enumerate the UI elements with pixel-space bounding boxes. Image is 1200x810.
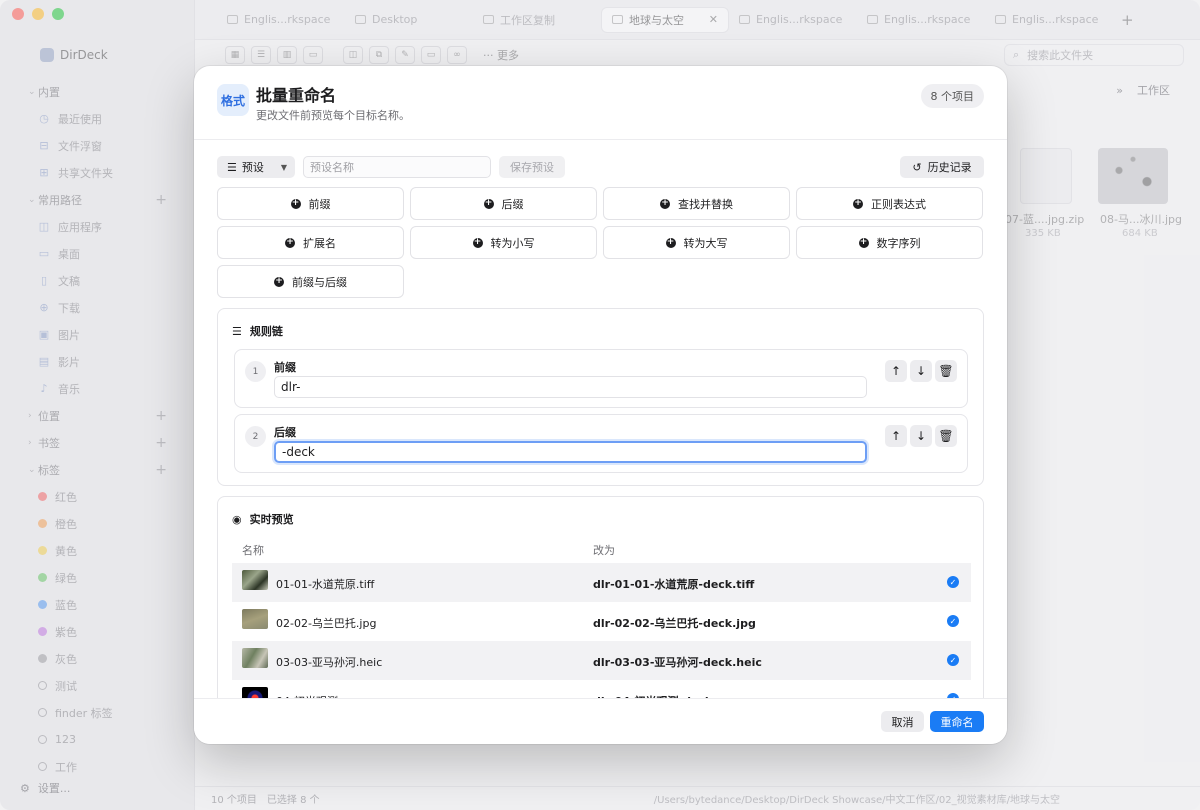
prefix-input[interactable]: dlr-: [274, 376, 867, 398]
list-icon: ☰: [232, 324, 242, 338]
plus-circle-icon: +: [665, 237, 676, 248]
item-count-badge: 8 个项目: [920, 84, 984, 108]
add-rule-button[interactable]: + 正则表达式: [796, 187, 983, 220]
rule-index: 2: [245, 426, 266, 447]
app-window: DirDeck ⌄ 内置 ◷ 最近使用 ⊟ 文件浮窗 ⊞ 共享文件夹 ⌄ 常用路径 + ◫ 应用程序 ▭ 桌…: [0, 0, 1200, 810]
file-thumbnail: [242, 648, 268, 668]
batch-rename-dialog: 格式 批量重命名 更改文件前预览每个目标名称。 8 个项目 ☰ 预设 ▼ 预设名…: [194, 66, 1007, 744]
dialog-subtitle: 更改文件前预览每个目标名称。: [256, 109, 410, 122]
rule-actions: ↑ ↓ 🗑: [885, 360, 957, 382]
dialog-title: 批量重命名: [256, 86, 337, 105]
column-name: 名称: [242, 544, 264, 557]
dialog-header: 格式 批量重命名 更改文件前预览每个目标名称。 8 个项目: [194, 66, 1007, 140]
format-badge: 格式: [217, 84, 249, 116]
rule-index: 1: [245, 361, 266, 382]
rule-chain-title: ☰ 规则链: [232, 324, 283, 339]
trash-icon[interactable]: 🗑: [935, 360, 957, 382]
add-rule-button[interactable]: + 转为大写: [603, 226, 790, 259]
add-rule-button[interactable]: + 后缀: [410, 187, 597, 220]
add-rule-button[interactable]: + 转为小写: [410, 226, 597, 259]
check-icon[interactable]: ✓: [947, 615, 959, 627]
rule-name: 后缀: [274, 426, 296, 439]
move-up-icon[interactable]: ↑: [885, 360, 907, 382]
save-preset-button[interactable]: 保存预设: [499, 156, 565, 178]
history-button[interactable]: ↺ 历史记录: [900, 156, 984, 178]
rename-button[interactable]: 重命名: [930, 711, 984, 732]
plus-circle-icon: +: [858, 237, 869, 248]
new-name: dlr-01-01-水道荒原-deck.tiff: [593, 578, 755, 591]
suffix-input[interactable]: -deck: [274, 441, 867, 463]
chevron-down-icon: ▼: [280, 162, 287, 172]
table-row[interactable]: 01-01-水道荒原.tiff dlr-01-01-水道荒原-deck.tiff ✓: [232, 563, 971, 602]
table-row[interactable]: 02-02-乌兰巴托.jpg dlr-02-02-乌兰巴托-deck.jpg ✓: [232, 602, 971, 641]
history-icon: ↺: [912, 160, 922, 174]
table-row[interactable]: 03-03-亚马孙河.heic dlr-03-03-亚马孙河-deck.heic ✓: [232, 641, 971, 680]
preset-name-input[interactable]: 预设名称: [303, 156, 491, 178]
plus-circle-icon: +: [660, 198, 670, 209]
trash-icon[interactable]: 🗑: [935, 425, 957, 447]
rule-card-prefix: 1 前缀 dlr- ↑ ↓ 🗑: [234, 349, 968, 408]
eye-icon: ◉: [232, 512, 242, 526]
plus-circle-icon: +: [483, 198, 494, 209]
plus-circle-icon: +: [285, 237, 295, 248]
preset-dropdown[interactable]: ☰ 预设 ▼: [217, 156, 295, 178]
add-rule-button[interactable]: + 查找并替换: [603, 187, 790, 220]
original-name: 01-01-水道荒原.tiff: [276, 578, 375, 591]
rule-name: 前缀: [274, 361, 296, 374]
file-thumbnail: [242, 570, 268, 590]
new-name: dlr-02-02-乌兰巴托-deck.jpg: [593, 617, 756, 630]
move-up-icon[interactable]: ↑: [885, 425, 907, 447]
original-name: 02-02-乌兰巴托.jpg: [276, 617, 377, 630]
add-rule-button[interactable]: + 数字序列: [796, 226, 983, 259]
move-down-icon[interactable]: ↓: [910, 425, 932, 447]
cancel-button[interactable]: 取消: [881, 711, 924, 732]
check-icon[interactable]: ✓: [947, 654, 959, 666]
preset-row: ☰ 预设 ▼ 预设名称 保存预设 ↺ 历史记录: [217, 156, 984, 178]
preview-title: ◉ 实时预览: [232, 512, 294, 527]
plus-circle-icon: +: [472, 237, 483, 248]
add-rule-button[interactable]: + 前缀与后缀: [217, 265, 404, 298]
live-preview-panel: ◉ 实时预览 名称 改为 01-01-水道荒原.tiff dlr-01-01-水道…: [217, 496, 984, 726]
preview-table: 名称 改为 01-01-水道荒原.tiff dlr-01-01-水道荒原-deck…: [232, 537, 971, 719]
check-icon[interactable]: ✓: [947, 576, 959, 588]
move-down-icon[interactable]: ↓: [910, 360, 932, 382]
original-name: 03-03-亚马孙河.heic: [276, 656, 383, 669]
plus-circle-icon: +: [290, 198, 301, 209]
rule-actions: ↑ ↓ 🗑: [885, 425, 957, 447]
plus-circle-icon: +: [853, 198, 863, 209]
plus-circle-icon: +: [274, 276, 284, 287]
table-body: 01-01-水道荒原.tiff dlr-01-01-水道荒原-deck.tiff ✓…: [232, 563, 971, 719]
sliders-icon: ☰: [227, 160, 237, 174]
column-rename: 改为: [593, 544, 615, 557]
new-name: dlr-03-03-亚马孙河-deck.heic: [593, 656, 762, 669]
add-rule-button[interactable]: + 扩展名: [217, 226, 404, 259]
file-thumbnail: [242, 609, 268, 629]
dialog-footer: 取消 重命名: [194, 698, 1007, 744]
rule-chain-panel: ☰ 规则链 1 前缀 dlr- ↑ ↓ 🗑 2 后缀 -deck ↑ ↓ 🗑: [217, 308, 984, 486]
table-header: 名称 改为: [232, 537, 971, 563]
add-rule-button[interactable]: + 前缀: [217, 187, 404, 220]
rule-card-suffix: 2 后缀 -deck ↑ ↓ 🗑: [234, 414, 968, 473]
